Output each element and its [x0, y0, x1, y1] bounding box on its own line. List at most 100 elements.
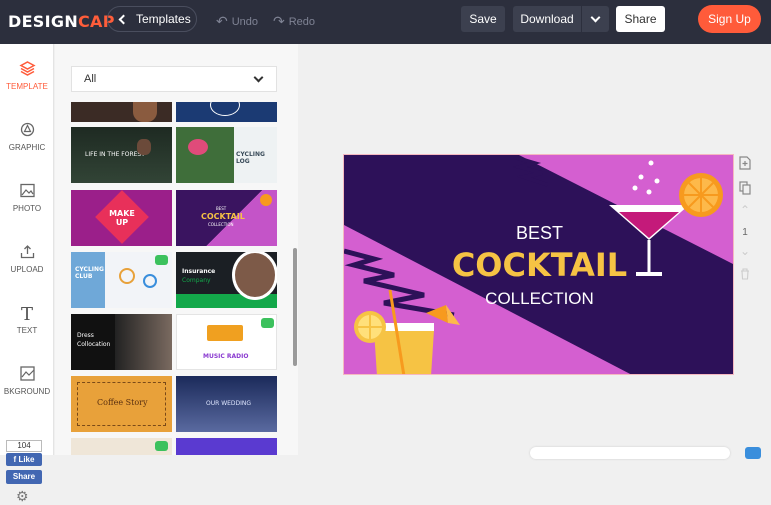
thumbnail-photo	[176, 127, 234, 183]
thumbnail-decoration	[260, 194, 272, 206]
sidebar-item-graphic[interactable]: GRAPHIC	[0, 121, 54, 152]
thumbnail-title: COCKTAIL	[201, 212, 245, 221]
sidebar-item-upload[interactable]: UPLOAD	[0, 243, 54, 274]
chevron-down-icon	[253, 72, 264, 83]
template-thumbnail[interactable]: BEST COCKTAIL COLLECTION	[176, 190, 277, 246]
category-dropdown[interactable]: All	[71, 66, 277, 92]
delete-page-icon[interactable]	[736, 268, 754, 283]
redo-button[interactable]: ↷ Redo	[273, 13, 315, 30]
thumbnail-decoration	[71, 252, 105, 308]
template-thumbnail[interactable]: Dress Collocation	[71, 314, 172, 370]
image-icon	[0, 182, 54, 204]
sidebar-item-photo[interactable]: PHOTO	[0, 182, 54, 213]
thumbnail-title: MUSIC RADIO	[203, 353, 249, 360]
thumbnail-photo	[232, 252, 277, 300]
redo-icon: ↷	[273, 13, 285, 29]
panel-scrollbar[interactable]	[293, 248, 297, 366]
chevron-down-icon[interactable]: ⌄	[736, 244, 754, 258]
sidebar-item-label: PHOTO	[12, 204, 42, 213]
sidebar-item-label: GRAPHIC	[8, 143, 46, 152]
undo-button[interactable]: ↶ Undo	[216, 13, 258, 30]
template-thumbnail[interactable]	[176, 102, 277, 122]
sidebar-item-label: UPLOAD	[10, 265, 44, 274]
sidebar: TEMPLATE GRAPHIC PHOTO UPLOAD T TEXT BKG…	[0, 44, 54, 504]
thumbnail-title: LIFE IN THE FOREST	[85, 151, 145, 158]
template-thumbnail[interactable]	[71, 102, 172, 122]
thumbnail-photo	[115, 314, 172, 370]
templates-button[interactable]: Templates	[107, 6, 197, 32]
facebook-share-button[interactable]: Share	[6, 470, 42, 484]
share-button[interactable]: Share	[616, 6, 665, 32]
thumbnail-title: Insurance	[182, 268, 216, 275]
zoom-bar[interactable]	[530, 447, 730, 459]
template-thumbnail[interactable]: MUSIC RADIO	[176, 314, 277, 370]
facebook-like-label: Like	[18, 455, 35, 464]
thumbnail-title: CYCLING CLUB	[75, 266, 104, 280]
thumbnail-title: COLLECTION	[208, 222, 234, 227]
sidebar-item-label: TEXT	[16, 326, 38, 335]
template-thumbnail[interactable]	[71, 438, 172, 455]
help-button[interactable]	[745, 447, 761, 459]
design-title-line3[interactable]: COLLECTION	[344, 289, 733, 309]
sidebar-item-template[interactable]: TEMPLATE	[0, 60, 54, 91]
thumbnail-decoration	[119, 268, 135, 284]
chevron-left-icon	[118, 14, 129, 24]
undo-icon: ↶	[216, 13, 228, 29]
template-thumbnail[interactable]: OUR WEDDING	[176, 376, 277, 432]
sidebar-item-label: TEMPLATE	[6, 82, 48, 91]
category-selected-value: All	[84, 73, 97, 85]
thumbnail-title: Company	[182, 277, 211, 284]
thumbnail-decoration	[210, 102, 240, 116]
premium-badge-icon	[261, 318, 274, 328]
template-thumbnail[interactable]: Coffee Story	[71, 376, 172, 432]
text-icon: T	[20, 304, 33, 325]
radio-icon	[207, 325, 243, 341]
thumbnail-decoration	[188, 139, 208, 155]
premium-badge-icon	[155, 441, 168, 451]
signup-button[interactable]: Sign Up	[698, 5, 761, 33]
download-dropdown-toggle[interactable]	[581, 6, 609, 32]
template-thumbnail[interactable]: CYCLING CLUB	[71, 252, 172, 308]
thumbnail-title: Coffee Story	[97, 398, 148, 407]
add-page-icon[interactable]	[736, 156, 754, 173]
chevron-up-icon[interactable]: ⌃	[736, 203, 754, 217]
facebook-like-count: 104	[6, 440, 42, 452]
premium-badge-icon	[155, 255, 168, 265]
download-label: Download	[520, 12, 574, 26]
page-number: 1	[742, 227, 748, 238]
template-thumbnail[interactable]: LIFE IN THE FOREST	[71, 127, 172, 183]
thumbnail-title: MAKE UP	[109, 209, 135, 227]
thumbnail-decoration	[133, 102, 157, 122]
logo[interactable]: DESIGNCAP	[8, 12, 115, 31]
template-thumbnail[interactable]: MAKE UP	[71, 190, 172, 246]
sidebar-item-background[interactable]: BKGROUND	[0, 365, 54, 396]
sidebar-item-label: BKGROUND	[3, 387, 51, 396]
design-title-line1[interactable]: BEST	[344, 223, 733, 244]
background-icon	[0, 365, 54, 387]
save-button[interactable]: Save	[461, 6, 505, 32]
template-thumbnail[interactable]	[176, 438, 277, 455]
template-thumbnail[interactable]: CYCLING LOG	[176, 127, 277, 183]
design-title-line2[interactable]: COCKTAIL	[344, 246, 733, 284]
thumbnail-title: OUR WEDDING	[206, 400, 252, 407]
upload-icon	[0, 243, 54, 265]
thumbnail-title: BEST	[216, 206, 227, 211]
thumbnail-title: Dress	[77, 332, 94, 339]
template-panel: All LIFE IN THE FOREST CYCLING LOG MAKE …	[55, 44, 298, 455]
template-thumbnail[interactable]: Insurance Company	[176, 252, 277, 308]
chevron-down-icon	[590, 12, 601, 22]
thumbnail-decoration	[137, 139, 151, 155]
templates-label: Templates	[136, 12, 191, 26]
thumbnail-title: Collocation	[77, 341, 111, 348]
download-button[interactable]: Download	[513, 6, 609, 32]
layers-icon	[0, 60, 54, 82]
shapes-icon	[0, 121, 54, 143]
duplicate-page-icon[interactable]	[736, 181, 754, 198]
sidebar-item-text[interactable]: T TEXT	[0, 304, 54, 335]
design-canvas[interactable]: BEST COCKTAIL COLLECTION	[343, 154, 734, 375]
thumbnail-decoration	[143, 274, 157, 288]
redo-label: Redo	[288, 15, 316, 28]
settings-icon[interactable]: ⚙	[16, 488, 29, 505]
top-bar: DESIGNCAP Templates ↶ Undo ↷ Redo Save Dow…	[0, 0, 771, 44]
thumbnail-title: CYCLING LOG	[236, 151, 265, 165]
